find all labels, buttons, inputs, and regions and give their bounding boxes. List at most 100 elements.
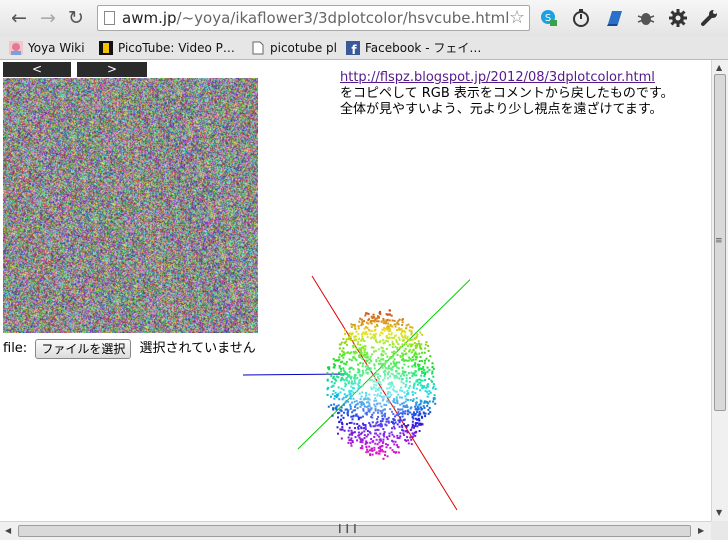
scroll-down-arrow-icon[interactable]: ▼	[716, 508, 722, 517]
cloud-point	[357, 325, 360, 328]
vertical-scrollbar[interactable]: ▲ ≡ ▼	[711, 60, 728, 521]
cloud-point	[355, 330, 358, 333]
cloud-point	[368, 422, 371, 424]
scroll-up-arrow-icon[interactable]: ▲	[716, 63, 722, 72]
cloud-point	[345, 378, 348, 381]
horizontal-scrollbar[interactable]: ◀ ❙❙❙ ▶	[0, 521, 711, 540]
cloud-point	[400, 396, 403, 399]
cloud-point	[391, 355, 394, 358]
cloud-point	[330, 374, 333, 377]
cloud-point	[354, 406, 356, 408]
forward-arrow-icon[interactable]: →	[36, 6, 60, 30]
cloud-point	[408, 384, 411, 387]
cloud-point	[340, 437, 343, 440]
cloud-point	[410, 333, 413, 336]
cloud-point	[358, 354, 361, 357]
url-text: awm.jp/~yoya/ikaflower3/3dplotcolor/hsvc…	[122, 9, 510, 27]
cloud-point	[373, 336, 376, 339]
facebook-icon: f	[346, 41, 360, 55]
cloud-point	[382, 428, 385, 431]
star-icon[interactable]: ☆	[509, 7, 525, 28]
cloud-point	[414, 337, 417, 340]
cloud-point	[394, 325, 397, 328]
cloud-point	[338, 371, 341, 374]
bookmark-yoya-wiki[interactable]: Yoya Wiki	[9, 39, 85, 57]
cloud-point	[383, 377, 386, 380]
cloud-point	[420, 343, 423, 346]
gear-icon[interactable]	[668, 8, 688, 28]
cloud-point	[373, 393, 376, 396]
cloud-point	[395, 396, 398, 399]
bookmark-picotube[interactable]: PicoTube: Video P…	[99, 39, 235, 57]
cloud-point	[396, 402, 399, 405]
scroll-left-arrow-icon[interactable]: ◀	[5, 526, 11, 535]
cloud-point	[352, 397, 355, 400]
bookmark-picotube-pl[interactable]: picotube pl	[251, 39, 337, 57]
cloud-point	[426, 404, 429, 407]
cloud-point	[407, 442, 410, 445]
cloud-point	[418, 419, 421, 422]
cloud-point	[392, 418, 395, 420]
cloud-point	[382, 379, 385, 382]
cloud-point	[344, 329, 347, 332]
cloud-point	[354, 436, 357, 439]
cloud-point	[391, 319, 394, 322]
cloud-point	[393, 350, 395, 353]
cloud-point	[432, 375, 435, 378]
grip-icon: ≡	[715, 236, 723, 246]
source-link[interactable]: http://flspz.blogspot.jp/2012/08/3dplotc…	[340, 70, 655, 85]
next-button[interactable]: >	[77, 62, 147, 77]
cloud-point	[396, 400, 399, 403]
cloud-point	[416, 408, 419, 411]
cloud-point	[399, 403, 402, 406]
cloud-point	[369, 355, 372, 358]
green-axis-line	[297, 279, 470, 450]
cloud-point	[369, 332, 372, 335]
wrench-icon[interactable]	[699, 8, 719, 28]
cloud-point	[410, 428, 413, 431]
cloud-point	[358, 385, 361, 388]
cloud-point	[341, 376, 344, 379]
address-bar[interactable]: awm.jp/~yoya/ikaflower3/3dplotcolor/hsvc…	[97, 5, 530, 31]
cloud-point	[432, 367, 435, 370]
cloud-point	[392, 425, 395, 428]
prev-button[interactable]: <	[3, 62, 71, 77]
ruler-icon[interactable]	[604, 8, 624, 28]
cloud-point	[363, 349, 366, 352]
cloud-point	[411, 375, 414, 377]
back-arrow-icon[interactable]: ←	[7, 6, 31, 30]
skype-icon[interactable]: S	[539, 8, 559, 28]
cloud-point	[371, 440, 374, 443]
cloud-point	[407, 365, 410, 368]
cloud-point	[354, 427, 356, 430]
bug-icon[interactable]	[636, 8, 656, 28]
cloud-point	[345, 396, 348, 398]
cloud-point	[389, 446, 392, 449]
cloud-point	[365, 394, 368, 397]
cloud-point	[350, 380, 353, 383]
cloud-point	[384, 408, 386, 411]
cloud-point	[376, 381, 379, 383]
bookmark-facebook[interactable]: f Facebook - フェイ…	[346, 39, 481, 57]
cloud-point	[398, 437, 401, 440]
cloud-point	[428, 406, 431, 409]
cloud-point	[421, 416, 424, 419]
cloud-point	[347, 429, 350, 432]
cloud-point	[331, 393, 334, 396]
cloud-point	[403, 434, 406, 437]
scroll-right-arrow-icon[interactable]: ▶	[698, 526, 704, 535]
cloud-point	[386, 325, 389, 328]
cloud-point	[351, 382, 354, 385]
timer-icon[interactable]	[571, 8, 591, 28]
cloud-point	[340, 387, 343, 390]
cloud-point	[402, 336, 404, 339]
reload-icon[interactable]: ↻	[64, 6, 88, 30]
cloud-point	[401, 408, 404, 411]
cloud-point	[399, 435, 402, 438]
cloud-point	[416, 422, 419, 425]
cloud-point	[409, 357, 412, 360]
cloud-point	[359, 356, 362, 359]
cloud-point	[384, 454, 386, 457]
cloud-point	[357, 363, 360, 366]
file-select-button[interactable]: ファイルを選択	[35, 338, 132, 359]
